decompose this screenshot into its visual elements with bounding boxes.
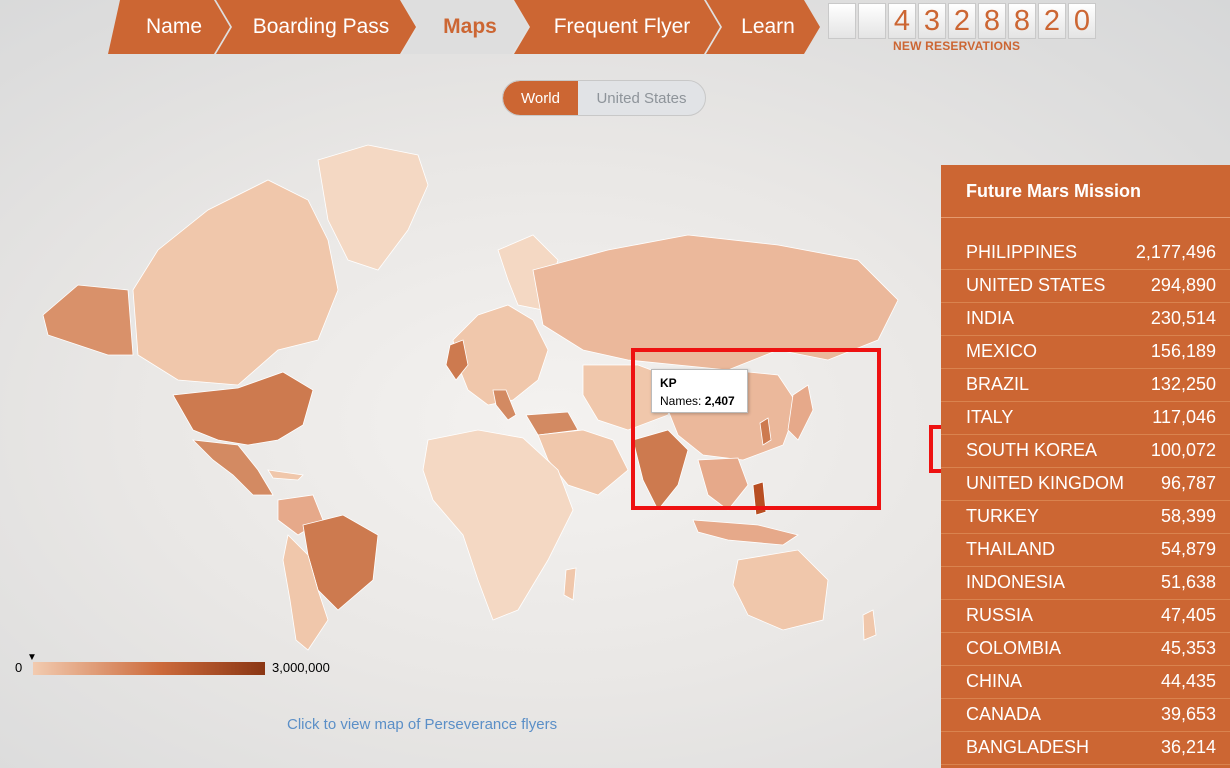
counter-label: NEW RESERVATIONS [893,39,1021,53]
row-count: 156,189 [1150,341,1216,361]
row-country: BRAZIL [966,374,1030,394]
nav-item-boarding-pass[interactable]: Boarding Pass [216,0,416,54]
nav-item-frequent-flyer[interactable]: Frequent Flyer [514,0,720,54]
row-country: ITALY [966,407,1014,427]
row-country: TURKEY [966,506,1040,526]
counter-digit: 8 [978,3,1006,39]
region-alaska [42,284,134,356]
row-country: THAILAND [966,539,1056,559]
panel-divider [941,217,1230,218]
region-caribbean [267,469,304,481]
row-country: PHILIPPINES [966,242,1078,262]
nav-item-name-label: Name [145,15,203,38]
region-indonesia [692,519,799,546]
counter-digit: 2 [948,3,976,39]
row-country: SOUTH KOREA [966,440,1098,460]
leaderboard-row: SOUTH KOREA 100,072 [941,435,1230,468]
nav-item-learn-label: Learn [741,15,795,38]
region-australia [732,549,829,631]
region-greenland [317,144,429,271]
leaderboard-row: INDIA 230,514 [941,303,1230,336]
counter-digit: 3 [918,3,946,39]
row-country: COLOMBIA [966,638,1062,658]
toggle-united-states[interactable]: United States [578,81,705,115]
counter-digit [858,3,886,39]
row-country: UNITED STATES [966,275,1106,295]
row-country: CANADA [966,704,1042,724]
row-count: 117,046 [1152,407,1216,427]
row-count: 44,435 [1160,671,1216,691]
counter-digit: 2 [1038,3,1066,39]
counter-digit [828,3,856,39]
map-highlight-box [631,348,881,510]
row-count: 47,405 [1160,605,1216,625]
row-count: 51,638 [1160,572,1216,592]
legend-gradient [33,662,265,675]
leaderboard-row: BRAZIL 132,250 [941,369,1230,402]
leaderboard-row: RUSSIA 47,405 [941,600,1230,633]
counter-digit: 8 [1008,3,1036,39]
region-new-zealand [862,609,877,641]
nav-item-name[interactable]: Name [108,0,230,54]
row-country: BANGLADESH [966,737,1090,757]
row-country: RUSSIA [966,605,1034,625]
perseverance-map-link[interactable]: Click to view map of Perseverance flyers [287,716,557,733]
region-canada [132,179,339,386]
row-count: 36,214 [1160,737,1216,757]
row-country: INDONESIA [966,572,1066,592]
row-count: 230,514 [1150,308,1216,328]
map-legend: ▼ 0 3,000,000 [15,652,335,682]
leaderboard-row: COLOMBIA 45,353 [941,633,1230,666]
leaderboard-row: MEXICO 156,189 [941,336,1230,369]
counter-digit: 4 [888,3,916,39]
toggle-world[interactable]: World [503,81,578,115]
row-country: MEXICO [966,341,1038,361]
row-count: 2,177,496 [1135,242,1216,262]
row-count: 132,250 [1150,374,1216,394]
leaderboard-row: PHILIPPINES 2,177,496 [941,237,1230,270]
row-count: 58,399 [1160,506,1216,526]
mission-leaderboard-panel: Future Mars Mission PHILIPPINES 2,177,496… [941,165,1230,768]
leaderboard-row: ITALY 117,046 [941,402,1230,435]
region-mexico [191,439,274,496]
nav-item-maps-label: Maps [443,15,497,38]
row-count: 294,890 [1150,275,1216,295]
nav-item-boarding-pass-label: Boarding Pass [252,15,390,38]
region-usa [172,371,314,446]
leaderboard-list: PHILIPPINES 2,177,496 UNITED STATES 294,89… [941,237,1230,765]
leaderboard-row: INDONESIA 51,638 [941,567,1230,600]
nav-item-frequent-flyer-label: Frequent Flyer [553,15,691,38]
leaderboard-row: CHINA 44,435 [941,666,1230,699]
legend-max: 3,000,000 [272,660,330,675]
leaderboard-row: UNITED KINGDOM 96,787 [941,468,1230,501]
row-country: CHINA [966,671,1023,691]
row-country: INDIA [966,308,1015,328]
map-scope-toggle: World United States [502,80,706,116]
counter-digit: 0 [1068,3,1096,39]
row-count: 96,787 [1160,473,1216,493]
leaderboard-row: CANADA 39,653 [941,699,1230,732]
leaderboard-row: BANGLADESH 36,214 [941,732,1230,765]
nav-item-maps[interactable]: Maps [402,0,528,54]
row-country: UNITED KINGDOM [966,473,1125,493]
leaderboard-row: THAILAND 54,879 [941,534,1230,567]
panel-title: Future Mars Mission [966,181,1142,201]
leaderboard-row: UNITED STATES 294,890 [941,270,1230,303]
row-count: 45,353 [1160,638,1216,658]
row-count: 100,072 [1150,440,1216,460]
leaderboard-row: TURKEY 58,399 [941,501,1230,534]
row-count: 39,653 [1160,704,1216,724]
row-count: 54,879 [1160,539,1216,559]
region-madagascar [563,567,577,601]
nav-item-learn[interactable]: Learn [706,0,820,54]
legend-min: 0 [15,660,23,675]
reservation-counter: 4 3 2 8 8 2 0 [828,3,1096,39]
